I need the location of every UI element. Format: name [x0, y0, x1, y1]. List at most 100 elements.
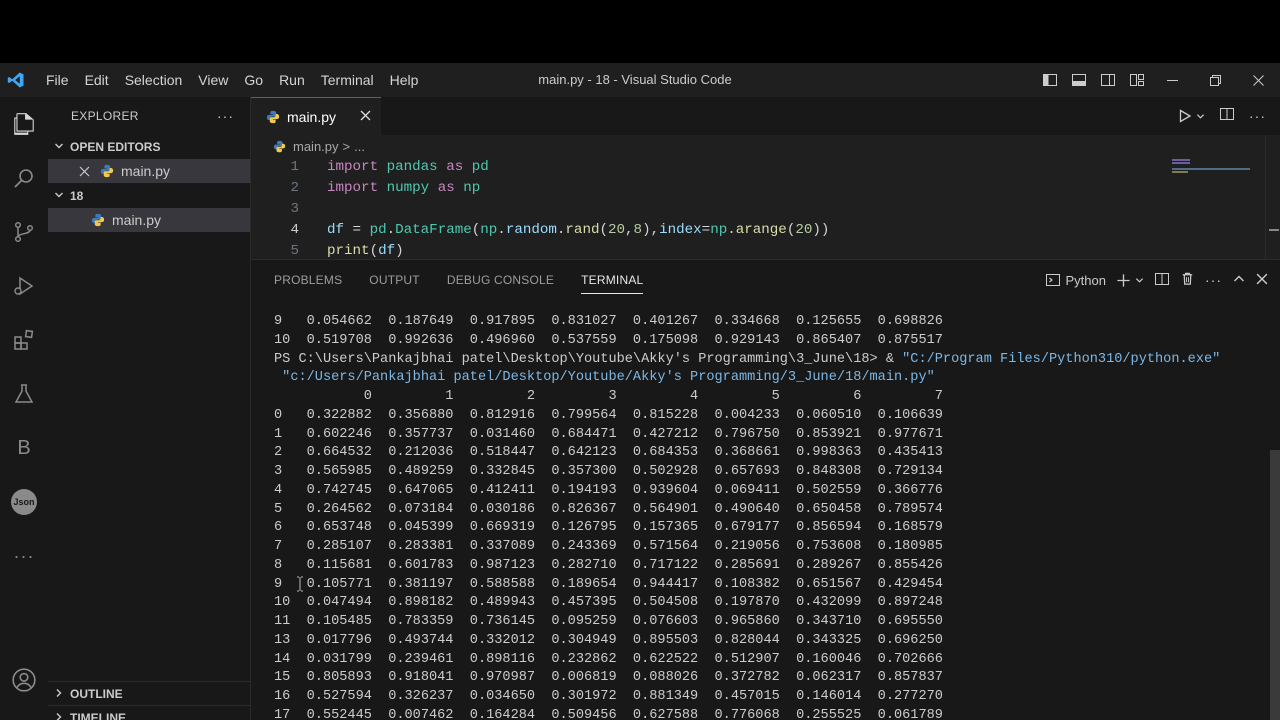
- close-panel-icon[interactable]: [1256, 273, 1268, 288]
- account-icon[interactable]: [0, 656, 48, 704]
- video-letterbox: [0, 0, 1280, 63]
- code-line[interactable]: 4 df = pd. DataFrame(np. random. rand(20, 8),…: [251, 220, 1280, 241]
- b-extension-icon[interactable]: B: [0, 424, 48, 472]
- code-token: import: [327, 180, 379, 196]
- panel-tab-problems[interactable]: PROBLEMS: [274, 260, 342, 300]
- restore-button[interactable]: [1194, 63, 1237, 97]
- new-terminal-icon[interactable]: [1116, 273, 1144, 288]
- code-token: DataFrame: [395, 222, 472, 238]
- source-control-icon[interactable]: [0, 208, 48, 256]
- terminal-row: 16 0.527594 0.326237 0.034650 0.301972 0…: [274, 688, 1220, 707]
- menu-item-view[interactable]: View: [190, 63, 236, 97]
- explorer-more-icon[interactable]: ···: [217, 108, 234, 124]
- terminal-exe-path: "C:/Program Files/Python310/python.exe": [902, 351, 1221, 367]
- toggle-primary-sidebar-icon[interactable]: [1035, 63, 1064, 97]
- close-editor-icon[interactable]: [79, 166, 93, 177]
- vscode-logo-icon: [2, 63, 30, 97]
- more-icon[interactable]: ···: [0, 532, 48, 580]
- code-token: =: [701, 222, 711, 238]
- settings-gear-icon[interactable]: [0, 708, 48, 720]
- open-editor-item[interactable]: main.py: [48, 159, 250, 183]
- terminal-text: 10 0.047494 0.898182 0.489943 0.457395 0…: [274, 595, 943, 611]
- terminal-row: 3 0.565985 0.489259 0.332845 0.357300 0.…: [274, 463, 1220, 482]
- outline-section[interactable]: OUTLINE: [48, 681, 250, 706]
- extensions-icon[interactable]: [0, 316, 48, 364]
- minimap[interactable]: [1168, 157, 1258, 197]
- minimize-button[interactable]: [1151, 63, 1194, 97]
- breadcrumb-file[interactable]: main.py: [293, 139, 339, 154]
- code-line[interactable]: 3: [251, 199, 1280, 220]
- close-tab-icon[interactable]: [360, 108, 371, 126]
- menu-item-terminal[interactable]: Terminal: [313, 63, 382, 97]
- editor-scrollbar[interactable]: [1265, 135, 1280, 259]
- json-label: Json: [11, 489, 37, 515]
- toggle-panel-icon[interactable]: [1064, 63, 1093, 97]
- terminal-row: 17 0.552445 0.007462 0.164284 0.509456 0…: [274, 707, 1220, 720]
- terminal-scrollbar[interactable]: [1270, 450, 1280, 720]
- title-actions: [1035, 63, 1280, 97]
- terminal-text: 9 0.054662 0.187649 0.917895 0.831027 0.…: [274, 314, 943, 329]
- code-token: .: [497, 222, 506, 238]
- code-line[interactable]: 2 import numpy as np: [251, 178, 1280, 199]
- breadcrumb: main.py > ...: [251, 135, 1280, 157]
- line-number: 1: [290, 159, 299, 175]
- open-editors-label: OPEN EDITORS: [70, 140, 161, 154]
- menu-item-file[interactable]: File: [38, 63, 77, 97]
- menu-item-go[interactable]: Go: [236, 63, 271, 97]
- terminal-row: 6 0.653748 0.045399 0.669319 0.126795 0.…: [274, 519, 1220, 538]
- maximize-panel-chevron-up-icon[interactable]: [1232, 272, 1246, 289]
- code-token: np: [480, 222, 498, 238]
- run-debug-icon[interactable]: [0, 262, 48, 310]
- terminal-prompt: PS C:\Users\Pankajbhai patel\Desktop\You…: [274, 351, 903, 367]
- vscode-window: File Edit Selection View Go Run Terminal Help m…: [0, 63, 1280, 720]
- terminal-text: 16 0.527594 0.326237 0.034650 0.301972 0…: [274, 689, 943, 704]
- menu-item-help[interactable]: Help: [382, 63, 427, 97]
- toggle-secondary-sidebar-icon[interactable]: [1093, 63, 1122, 97]
- timeline-section[interactable]: TIMELINE: [48, 705, 250, 720]
- close-window-button[interactable]: [1237, 63, 1280, 97]
- terminal-text: 1 0.602246 0.357737 0.031460 0.684471 0.…: [274, 426, 943, 442]
- code-editor[interactable]: 1 import pandas as pd 2 import numpy as np 3…: [251, 157, 1280, 262]
- panel-tab-output[interactable]: OUTPUT: [369, 260, 420, 300]
- code-token: random: [505, 222, 557, 238]
- json-extension-icon[interactable]: Json: [0, 478, 48, 526]
- terminal-row: 5 0.264562 0.073184 0.030186 0.826367 0.…: [274, 501, 1220, 520]
- tab-main-py[interactable]: main.py: [251, 97, 381, 135]
- code-token: numpy: [386, 180, 430, 196]
- folder-file-item[interactable]: main.py: [48, 208, 250, 232]
- menu-bar: File Edit Selection View Go Run Terminal Help: [38, 63, 426, 97]
- terminal-row: 0 0.322882 0.356880 0.812916 0.799564 0.…: [274, 407, 1220, 426]
- editor-more-icon[interactable]: ···: [1249, 108, 1266, 124]
- menu-item-edit[interactable]: Edit: [77, 63, 117, 97]
- explorer-files-icon[interactable]: [0, 100, 48, 148]
- code-token: arange: [735, 222, 787, 238]
- open-editors-section[interactable]: OPEN EDITORS: [48, 135, 250, 159]
- chevron-down-icon: [54, 141, 70, 154]
- customize-layout-icon[interactable]: [1122, 63, 1151, 97]
- terminal-output[interactable]: 9 0.054662 0.187649 0.917895 0.831027 0.…: [274, 313, 1220, 720]
- code-line[interactable]: 1 import pandas as pd: [251, 157, 1280, 178]
- search-icon[interactable]: [0, 154, 48, 202]
- breadcrumb-more[interactable]: ...: [354, 139, 365, 154]
- terminal-text: 17 0.552445 0.007462 0.164284 0.509456 0…: [274, 707, 943, 720]
- split-terminal-icon[interactable]: [1154, 271, 1170, 290]
- code-token: )): [812, 222, 830, 238]
- terminal-text: 14 0.031799 0.239461 0.898116 0.232862 0…: [274, 651, 943, 667]
- folder-filename: main.py: [112, 212, 162, 228]
- mouse-ibeam-cursor-icon: [297, 576, 303, 592]
- panel-tab-terminal[interactable]: TERMINAL: [581, 260, 644, 300]
- split-editor-icon[interactable]: [1219, 106, 1235, 127]
- kill-terminal-trash-icon[interactable]: [1180, 271, 1195, 289]
- panel-tab-debug-console[interactable]: DEBUG CONSOLE: [447, 260, 554, 300]
- terminal-profile[interactable]: Python: [1045, 272, 1106, 288]
- folder-section[interactable]: 18: [48, 184, 250, 208]
- terminal-row: 4 0.742745 0.647065 0.412411 0.194193 0.…: [274, 482, 1220, 501]
- panel-more-icon[interactable]: ···: [1205, 272, 1222, 288]
- menu-item-selection[interactable]: Selection: [117, 63, 191, 97]
- menu-item-run[interactable]: Run: [271, 63, 313, 97]
- testing-flask-icon[interactable]: [0, 370, 48, 418]
- explorer-header: EXPLORER ···: [48, 97, 250, 135]
- run-python-file-icon[interactable]: [1178, 109, 1205, 123]
